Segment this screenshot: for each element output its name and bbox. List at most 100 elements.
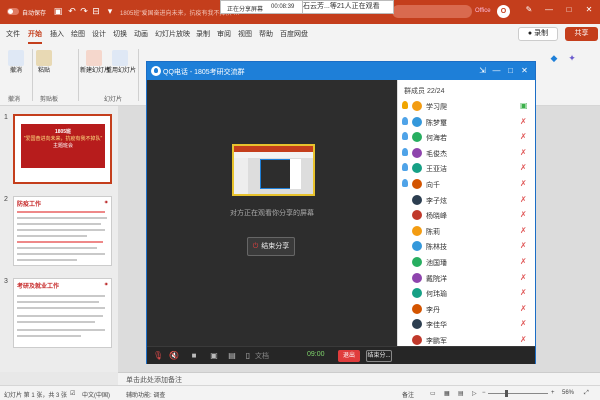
close-icon[interactable]: ✕ [582, 3, 596, 17]
member-row[interactable]: 陈梦璽 ✗ [398, 114, 536, 131]
autosave-toggle[interactable] [7, 8, 19, 15]
notes-toggle[interactable]: 备注 [402, 390, 414, 399]
mic-muted-icon[interactable]: 🎙 [153, 351, 163, 361]
member-row[interactable]: 学习爬 ▣ [398, 98, 536, 115]
member-row[interactable]: 李子炫 ✗ [398, 192, 536, 209]
ideas-icon[interactable]: ✦ [566, 52, 578, 64]
member-row[interactable]: 何海若 ✗ [398, 129, 536, 146]
screen-share-preview [232, 144, 315, 196]
member-row[interactable]: 毛俊杰 ✗ [398, 145, 536, 162]
pen-icon[interactable]: ✎ [522, 3, 536, 17]
exit-call-button[interactable]: 退出 [338, 350, 360, 362]
designer-icon[interactable]: ◆ [548, 52, 560, 64]
minimize-icon[interactable]: — [542, 3, 556, 17]
zoom-out-icon[interactable]: − [482, 390, 486, 396]
search-box[interactable] [392, 5, 472, 18]
member-row[interactable]: 向千 ✗ [398, 176, 536, 193]
language-status[interactable]: 中文(中国) [82, 390, 110, 399]
member-row[interactable]: 李佳华 ✗ [398, 316, 536, 333]
member-row[interactable]: 戴院洋 ✗ [398, 270, 536, 287]
mic-muted-icon: ✗ [520, 303, 527, 313]
document-icon[interactable]: ▯ [243, 351, 253, 361]
end-share-button[interactable]: ⏻ 结束分享 [247, 237, 295, 256]
redo-icon[interactable]: ↷ [78, 5, 90, 17]
presentation-icon[interactable]: ▤ [227, 351, 237, 361]
new-slide-button[interactable]: 新建幻灯片 [80, 50, 110, 75]
slideshow-view-icon[interactable]: ▷ [472, 390, 477, 397]
qq-maximize-icon[interactable]: □ [505, 65, 516, 76]
camera-icon[interactable]: ■ [189, 351, 199, 361]
member-row[interactable]: 陈莉 ✗ [398, 223, 536, 240]
slide-thumbnail-2[interactable]: 防疫工作 ◉ [13, 196, 112, 266]
reading-view-icon[interactable]: ▤ [458, 390, 464, 397]
member-name: 杨晓峰 [426, 213, 447, 221]
menu-record[interactable]: 录制 [196, 29, 210, 39]
menu-draw[interactable]: 绘图 [71, 29, 85, 39]
undo-icon[interactable]: ↶ [66, 5, 78, 17]
qq-logo-icon [151, 66, 161, 76]
zoom-slider-knob[interactable] [504, 390, 508, 397]
share-button[interactable]: 共享 [565, 27, 598, 41]
accessibility-status[interactable]: 辅助功能: 调查 [126, 390, 165, 399]
menu-view[interactable]: 视图 [238, 29, 252, 39]
avatar [412, 319, 422, 330]
mic-muted-icon: ✗ [520, 225, 527, 235]
end-share-mini-button[interactable]: 结束分... [366, 350, 392, 362]
member-row[interactable]: 何玮瑜 ✗ [398, 285, 536, 302]
member-name: 王亚洁 [426, 166, 447, 174]
speaker-muted-icon[interactable]: 🔇 [169, 351, 179, 361]
menu-home[interactable]: 开始 [28, 29, 42, 44]
end-share-label: 结束分享 [261, 243, 290, 250]
qq-title-bar[interactable]: QQ电话 - 1805考研交流群 ⇲ — □ ✕ [147, 62, 535, 80]
member-row[interactable]: 杨晓峰 ✗ [398, 207, 536, 224]
qq-close-icon[interactable]: ✕ [519, 65, 530, 76]
qq-expand-icon[interactable]: ⇲ [477, 65, 488, 76]
save-icon[interactable]: ▣ [52, 5, 64, 17]
zoom-in-icon[interactable]: + [551, 390, 555, 396]
avatar [412, 335, 422, 345]
menu-transitions[interactable]: 切换 [113, 29, 127, 39]
avatar [412, 272, 422, 283]
menu-review[interactable]: 审阅 [217, 29, 231, 39]
menu-insert[interactable]: 插入 [50, 29, 64, 39]
spellcheck-icon[interactable]: ☑ [70, 390, 75, 397]
sorter-view-icon[interactable]: ▦ [444, 390, 450, 397]
ribbon-divider [138, 49, 139, 101]
menu-file[interactable]: 文件 [6, 29, 20, 39]
member-row[interactable]: 池国璠 ✗ [398, 254, 536, 271]
qq-minimize-icon[interactable]: — [491, 65, 502, 76]
viewers-banner: 石云芳...等21人正在观看 [302, 0, 394, 14]
call-timer: 09:00 [307, 351, 325, 358]
menu-help[interactable]: 帮助 [259, 29, 273, 39]
zoom-level[interactable]: 56% [562, 390, 574, 396]
maximize-icon[interactable]: □ [562, 3, 576, 17]
menu-slideshow[interactable]: 幻灯片放映 [155, 29, 190, 39]
menu-design[interactable]: 设计 [92, 29, 106, 39]
normal-view-icon[interactable]: ▭ [430, 390, 436, 397]
menu-animations[interactable]: 动画 [134, 29, 148, 39]
screen-share-icon[interactable]: ▣ [209, 351, 219, 361]
fit-slide-icon[interactable]: ⤢ [584, 390, 589, 397]
present-icon[interactable]: ⊟ [90, 5, 102, 17]
member-list: 群成员 22/24 学习爬 ▣ 陈梦璽 ✗ 何海若 ✗ 毛俊杰 ✗ 王亚洁 ✗ 向千 ✗ 李子炫 ✗ 杨晓峰… [397, 80, 535, 346]
user-avatar[interactable]: O [497, 5, 510, 18]
reuse-slide-button[interactable]: 重用幻灯片 [106, 50, 136, 75]
paste-button[interactable]: 粘贴 [30, 50, 58, 75]
record-button[interactable]: ● 录制 [518, 27, 558, 41]
slide-heading: 防疫工作 [17, 202, 42, 208]
slide-thumbnail-panel: 1 1805班 "爱国奋进向未来，抗疫有我不掉队" 主题班会 2 防疫工作 ◉ … [0, 106, 118, 372]
menu-baidu[interactable]: 百度网盘 [280, 29, 308, 39]
slide-counter: 幻灯片 第 1 张，共 3 张 [4, 393, 68, 399]
avatar [412, 116, 422, 127]
undo-button[interactable]: 撤消 [2, 50, 30, 75]
document-label[interactable]: 文档 [255, 351, 269, 361]
customize-icon[interactable]: ▾ [104, 5, 116, 17]
slide-thumbnail-1[interactable]: 1805班 "爱国奋进向未来，抗疫有我不掉队" 主题班会 [13, 114, 112, 184]
member-row[interactable]: 陈林技 ✗ [398, 238, 536, 255]
notes-pane[interactable]: 单击此处添加备注 [118, 372, 600, 385]
slide-thumbnail-3[interactable]: 考研及就业工作 ◉ [13, 278, 112, 348]
member-row[interactable]: 王亚洁 ✗ [398, 160, 536, 177]
group-clipboard: 剪贴板 [40, 97, 59, 103]
zoom-slider[interactable] [488, 390, 548, 397]
member-row[interactable]: 李丹 ✗ [398, 301, 536, 318]
